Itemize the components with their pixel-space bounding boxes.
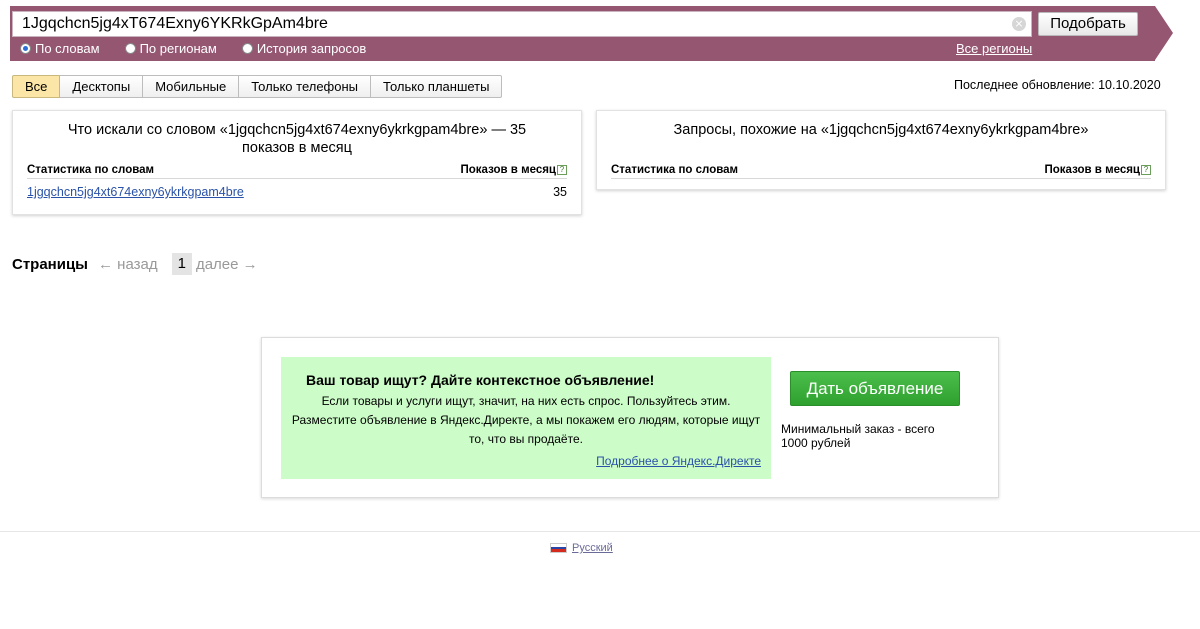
language-link[interactable]: Русский (572, 542, 613, 554)
radio-unchecked-icon[interactable] (124, 43, 136, 54)
radio-checked-icon[interactable] (20, 43, 31, 54)
column-shows-wrapper: Показов в месяц? (1044, 164, 1151, 176)
column-shows-wrapper: Показов в месяц? (460, 164, 567, 176)
next-page-link[interactable]: далее → (196, 256, 258, 273)
search-mode-radios: По словам По регионам История запросов (20, 41, 391, 56)
pick-button[interactable]: Подобрать (1038, 12, 1138, 36)
current-page: 1 (171, 253, 192, 275)
radio-unchecked-icon[interactable] (241, 43, 253, 54)
radio-history[interactable]: История запросов (241, 41, 367, 56)
ad-promo-area: Ваш товар ищут? Дайте контекстное объявл… (281, 357, 771, 479)
pagination: Страницы ← назад 1 далее → (12, 253, 264, 275)
min-order-text: Минимальный заказ - всего 1000 рублей (781, 422, 935, 450)
tab-mobile[interactable]: Мобильные (143, 75, 240, 98)
language-switcher[interactable]: Русский (550, 542, 613, 554)
radio-label: История запросов (256, 41, 367, 56)
column-shows-per-month: Показов в месяц (460, 164, 557, 176)
tab-all[interactable]: Все (12, 75, 61, 98)
tab-tablets-only[interactable]: Только планшеты (371, 75, 503, 98)
similar-queries-panel: Запросы, похожие на «1jgqchcn5jg4xt674ex… (596, 110, 1166, 190)
ad-description: Если товары и услуги ищут, значит, на ни… (291, 394, 761, 446)
tab-desktops[interactable]: Десктопы (60, 75, 144, 98)
help-icon[interactable]: ? (1141, 165, 1151, 175)
stats-header: Статистика по словам Показов в месяц? (611, 164, 1151, 179)
column-stat-words: Статистика по словам (27, 164, 155, 176)
stats-header: Статистика по словам Показов в месяц? (27, 164, 567, 179)
phrase-link[interactable]: 1jgqchcn5jg4xt674exny6ykrkgpam4bre (27, 185, 244, 199)
radio-label: По словам (35, 41, 100, 56)
help-icon[interactable]: ? (557, 165, 567, 175)
search-box: × (12, 11, 1032, 37)
direct-more-link[interactable]: Подробнее о Яндекс.Директе (596, 454, 761, 468)
footer-divider (0, 531, 1200, 532)
column-stat-words: Статистика по словам (611, 164, 739, 176)
all-regions-link[interactable]: Все регионы (956, 41, 1032, 56)
search-header: × Подобрать По словам По регионам Истори… (10, 6, 1173, 61)
table-row: 1jgqchcn5jg4xt674exny6ykrkgpam4bre 35 (27, 185, 567, 199)
shows-count: 35 (553, 185, 567, 199)
create-ad-button[interactable]: Дать объявление (790, 371, 960, 406)
header-arrow-shape (1155, 6, 1173, 60)
radio-label: По регионам (139, 41, 217, 56)
radio-by-regions[interactable]: По регионам (124, 41, 217, 56)
direct-ad-block: Ваш товар ищут? Дайте контекстное объявл… (261, 337, 999, 498)
clear-icon[interactable]: × (1012, 17, 1026, 31)
column-shows-per-month: Показов в месяц (1044, 164, 1141, 176)
panel-title: Запросы, похожие на «1jgqchcn5jg4xt674ex… (673, 122, 1089, 138)
ad-title: Ваш товар ищут? Дайте контекстное объявл… (306, 372, 655, 388)
russian-flag-icon (550, 543, 567, 553)
tab-phones-only[interactable]: Только телефоны (239, 75, 372, 98)
prev-page-link[interactable]: ← назад (98, 256, 158, 273)
last-update-text: Последнее обновление: 10.10.2020 (954, 78, 1161, 92)
radio-by-words[interactable]: По словам (20, 41, 100, 56)
panel-title: Что искали со словом «1jgqchcn5jg4xt674e… (67, 122, 527, 156)
word-stats-panel: Что искали со словом «1jgqchcn5jg4xt674e… (12, 110, 582, 215)
device-tabs: Все Десктопы Мобильные Только телефоны Т… (12, 75, 503, 98)
pagination-title: Страницы (12, 255, 88, 273)
search-input[interactable] (22, 15, 1012, 33)
